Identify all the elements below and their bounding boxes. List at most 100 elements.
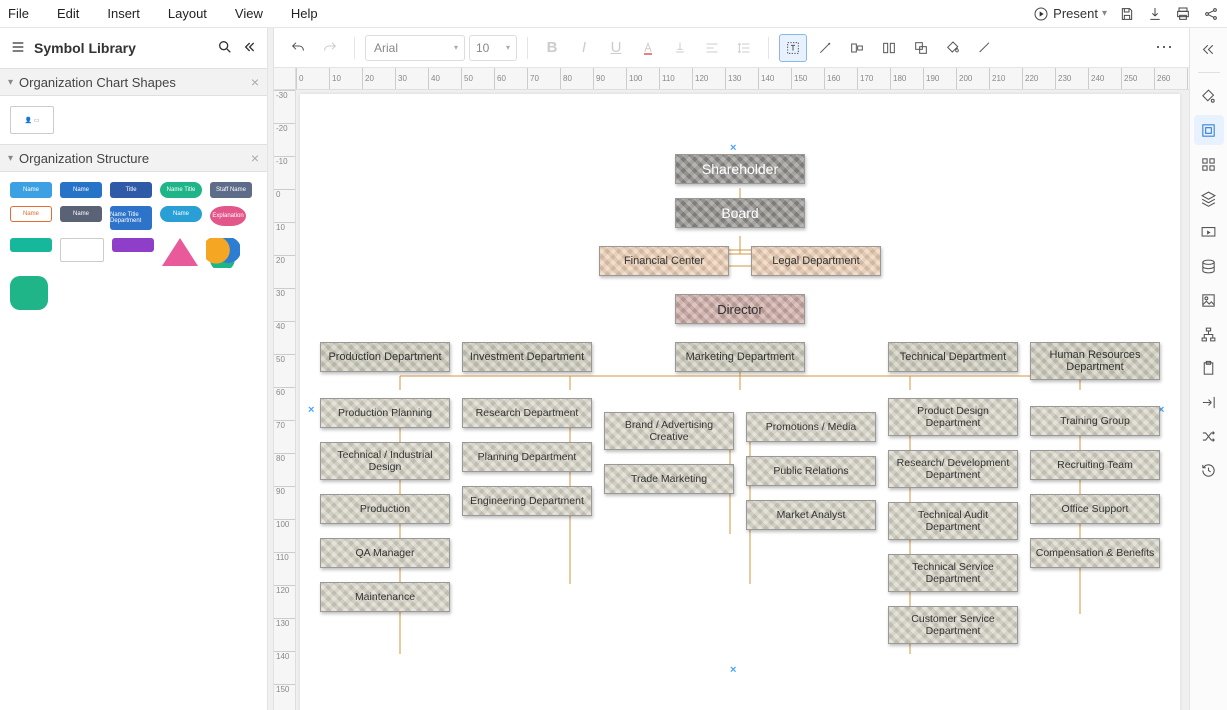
node-leaf[interactable]: Technical / Industrial Design	[320, 442, 450, 480]
align-button[interactable]	[698, 34, 726, 62]
expand-rightbar-icon[interactable]	[1194, 34, 1224, 64]
presentation-icon[interactable]	[1194, 217, 1224, 247]
node-leaf[interactable]: Engineering Department	[462, 486, 592, 516]
node-shareholder[interactable]: Shareholder	[675, 154, 805, 184]
node-leaf[interactable]: QA Manager	[320, 538, 450, 568]
italic-button[interactable]: I	[570, 34, 598, 62]
font-select[interactable]: Arial▾	[365, 35, 465, 61]
export-icon[interactable]	[1194, 387, 1224, 417]
present-button[interactable]: Present ▾	[1033, 6, 1107, 22]
node-leaf[interactable]: Compensation & Benefits	[1030, 538, 1160, 568]
save-icon[interactable]	[1119, 6, 1135, 22]
node-dept[interactable]: Marketing Department	[675, 342, 805, 372]
fontsize-select[interactable]: 10▾	[469, 35, 517, 61]
canvas-scroll[interactable]: × × × ×	[296, 90, 1189, 710]
connector-tool-button[interactable]	[811, 34, 839, 62]
node-dept[interactable]: Human Resources Department	[1030, 342, 1160, 380]
shape-thumb[interactable]: Name	[160, 206, 202, 222]
library-menu-icon[interactable]	[10, 39, 26, 58]
shape-thumb[interactable]: Name Title	[160, 182, 202, 198]
selection-handle-icon[interactable]: ×	[730, 142, 736, 154]
menu-file[interactable]: File	[8, 6, 29, 21]
shape-thumb[interactable]	[10, 238, 52, 252]
menu-insert[interactable]: Insert	[107, 6, 140, 21]
node-dept[interactable]: Technical Department	[888, 342, 1018, 372]
node-leaf[interactable]: Production	[320, 494, 450, 524]
org-chart[interactable]: Shareholder Board Financial Center Legal…	[300, 154, 1180, 644]
menu-layout[interactable]: Layout	[168, 6, 207, 21]
lib-group-org-structure[interactable]: ▾ Organization Structure ×	[0, 144, 267, 172]
node-board[interactable]: Board	[675, 198, 805, 228]
node-leaf[interactable]: Market Analyst	[746, 500, 876, 530]
search-icon[interactable]	[217, 39, 233, 58]
data-icon[interactable]	[1194, 251, 1224, 281]
node-leaf[interactable]: Office Support	[1030, 494, 1160, 524]
selection-handle-icon[interactable]: ×	[730, 664, 736, 676]
history-icon[interactable]	[1194, 455, 1224, 485]
redo-button[interactable]	[316, 34, 344, 62]
node-legal[interactable]: Legal Department	[751, 246, 881, 276]
node-leaf[interactable]: Public Relations	[746, 456, 876, 486]
shape-thumb[interactable]: Name	[60, 182, 102, 198]
line-spacing-button[interactable]	[730, 34, 758, 62]
ruler-horizontal[interactable]: 0102030405060708090100110120130140150160…	[296, 68, 1189, 90]
node-leaf[interactable]: Production Planning	[320, 398, 450, 428]
close-group-icon[interactable]: ×	[251, 74, 259, 90]
text-color-button[interactable]	[634, 34, 662, 62]
bold-button[interactable]: B	[538, 34, 566, 62]
node-leaf[interactable]: Research Department	[462, 398, 592, 428]
shuffle-icon[interactable]	[1194, 421, 1224, 451]
node-leaf[interactable]: Promotions / Media	[746, 412, 876, 442]
collapse-sidebar-icon[interactable]	[241, 39, 257, 58]
lib-group-org-shapes[interactable]: ▾ Organization Chart Shapes ×	[0, 68, 267, 96]
node-director[interactable]: Director	[675, 294, 805, 324]
properties-icon[interactable]	[1194, 115, 1224, 145]
line-style-button[interactable]	[971, 34, 999, 62]
node-leaf[interactable]: Planning Department	[462, 442, 592, 472]
menu-view[interactable]: View	[235, 6, 263, 21]
highlight-button[interactable]	[666, 34, 694, 62]
menu-help[interactable]: Help	[291, 6, 318, 21]
shape-thumb[interactable]: Title	[110, 182, 152, 198]
clipboard-icon[interactable]	[1194, 353, 1224, 383]
shape-thumb[interactable]	[112, 238, 154, 252]
shape-thumb[interactable]: Name	[10, 182, 52, 198]
ruler-vertical[interactable]: -30-20-100102030405060708090100110120130…	[274, 90, 296, 710]
distribute-button[interactable]	[875, 34, 903, 62]
node-leaf[interactable]: Maintenance	[320, 582, 450, 612]
node-leaf[interactable]: Brand / Advertising Creative	[604, 412, 734, 450]
node-leaf[interactable]: Product Design Department	[888, 398, 1018, 436]
node-financial[interactable]: Financial Center	[599, 246, 729, 276]
node-leaf[interactable]: Customer Service Department	[888, 606, 1018, 644]
node-leaf[interactable]: Technical Audit Department	[888, 502, 1018, 540]
fill-button[interactable]	[939, 34, 967, 62]
shape-venn[interactable]	[206, 238, 240, 268]
text-tool-button[interactable]	[779, 34, 807, 62]
node-leaf[interactable]: Trade Marketing	[604, 464, 734, 494]
shape-thumb[interactable]: Staff Name	[210, 182, 252, 198]
shape-thumb[interactable]: Name	[60, 206, 102, 222]
image-icon[interactable]	[1194, 285, 1224, 315]
tree-icon[interactable]	[1194, 319, 1224, 349]
more-tools-button[interactable]: ⋯	[1151, 34, 1179, 62]
shape-thumb[interactable]: Explanation	[210, 206, 246, 226]
node-dept[interactable]: Production Department	[320, 342, 450, 372]
shape-triangle[interactable]	[162, 238, 198, 266]
node-leaf[interactable]: Recruiting Team	[1030, 450, 1160, 480]
node-dept[interactable]: Investment Department	[462, 342, 592, 372]
close-group-icon[interactable]: ×	[251, 150, 259, 166]
node-leaf[interactable]: Technical Service Department	[888, 554, 1018, 592]
grid-icon[interactable]	[1194, 149, 1224, 179]
theme-icon[interactable]	[1194, 81, 1224, 111]
node-leaf[interactable]: Research/ Development Department	[888, 450, 1018, 488]
print-icon[interactable]	[1175, 6, 1191, 22]
underline-button[interactable]: U	[602, 34, 630, 62]
align-objects-button[interactable]	[843, 34, 871, 62]
shape-thumb[interactable]: Name Title Department	[110, 206, 152, 230]
shape-orgcard[interactable]: 👤 ▭	[10, 106, 54, 134]
shape-thumb[interactable]	[60, 238, 104, 262]
shape-rounded[interactable]	[10, 276, 48, 310]
layers-icon[interactable]	[1194, 183, 1224, 213]
download-icon[interactable]	[1147, 6, 1163, 22]
node-leaf[interactable]: Training Group	[1030, 406, 1160, 436]
